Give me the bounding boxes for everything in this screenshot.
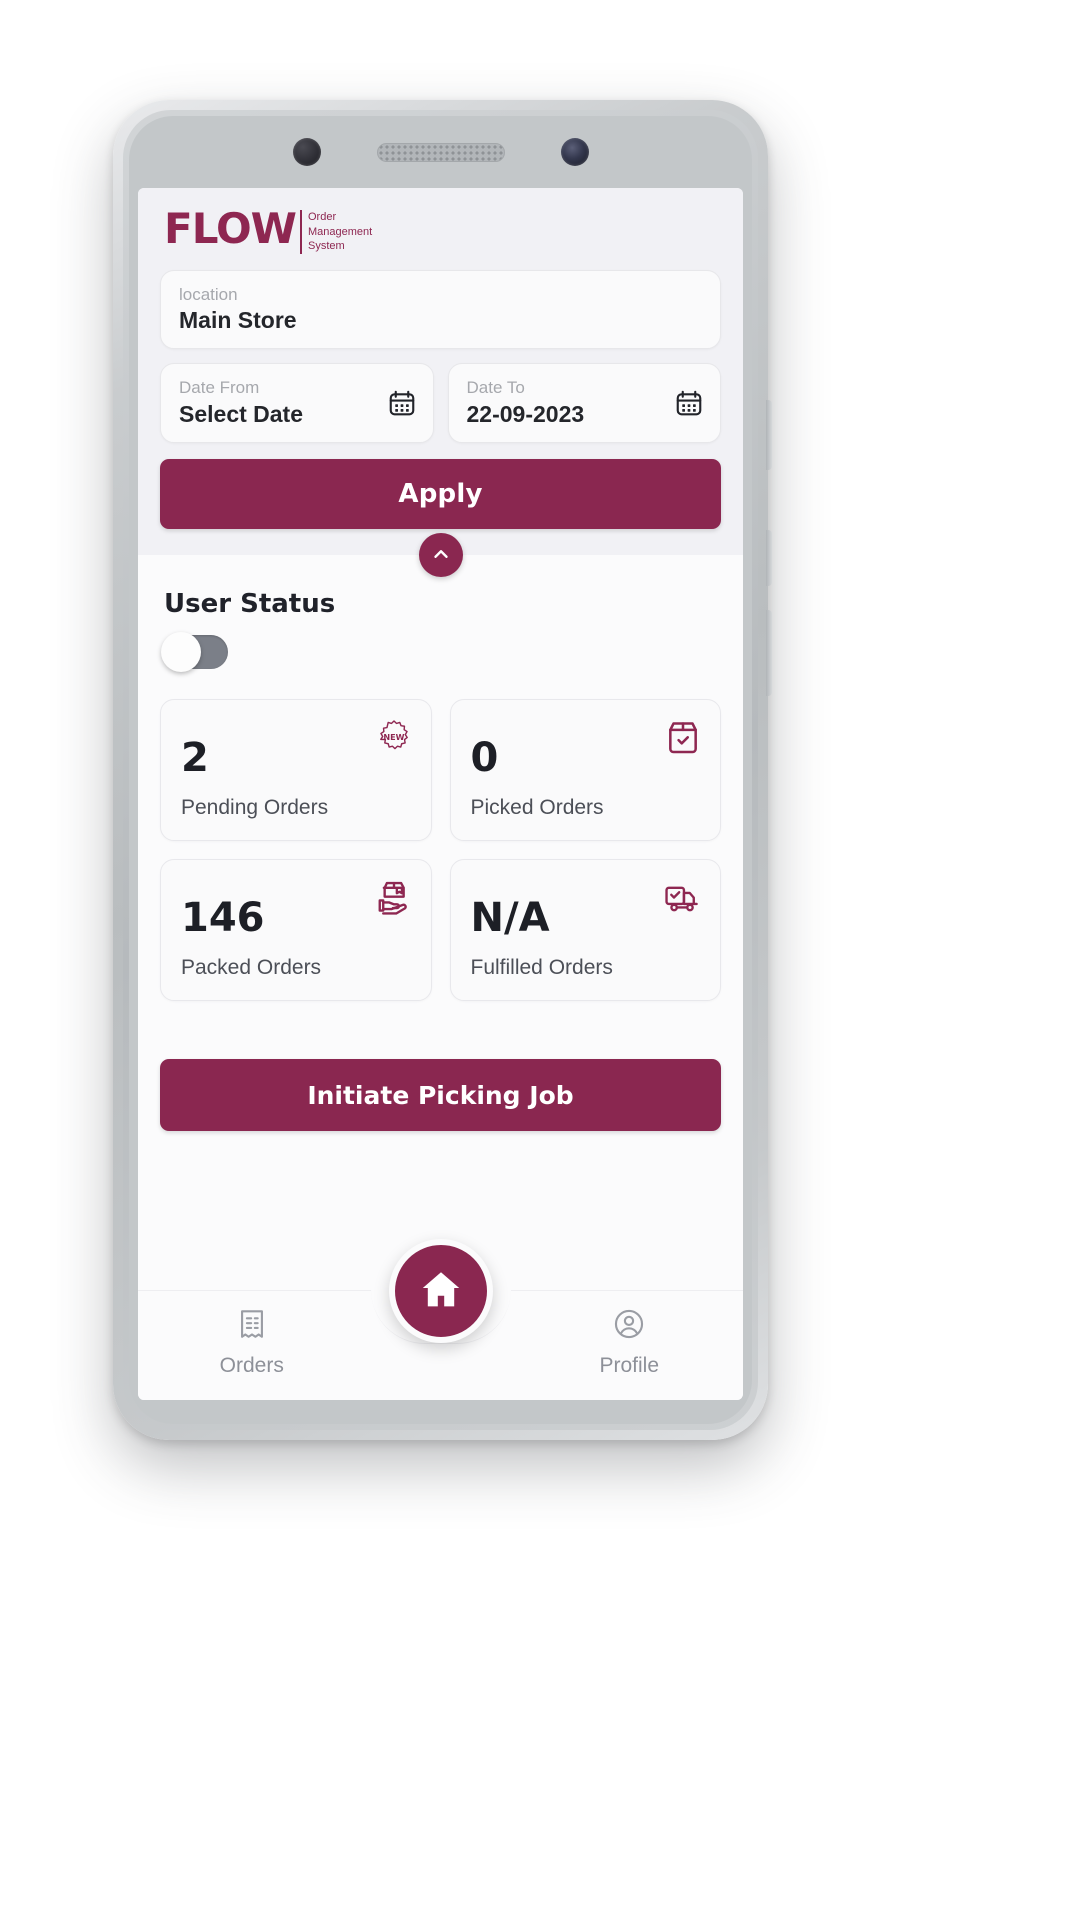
- filter-panel: FLOW Order Management System location Ma…: [138, 188, 743, 578]
- logo-tagline-line1: Order: [308, 211, 337, 223]
- phone-side-button-volume-down: [766, 530, 772, 586]
- stat-card-packed-orders[interactable]: 146 Packed Orders: [160, 859, 432, 1002]
- apply-button[interactable]: Apply: [160, 459, 721, 530]
- bottom-navigation-bar: Orders Profile: [138, 1239, 744, 1400]
- stat-label: Fulfilled Orders: [470, 956, 613, 980]
- date-to-field[interactable]: Date To 22-09-2023: [447, 363, 721, 444]
- user-status-toggle[interactable]: [161, 632, 228, 673]
- phone-inner-frame: FLOW Order Management System location Ma…: [123, 110, 758, 1430]
- app-logo: FLOW Order Management System: [160, 206, 721, 270]
- new-badge-icon: NEW: [375, 718, 413, 756]
- nav-label-orders: Orders: [219, 1354, 284, 1377]
- screenshot-stage: FLOW Order Management System location Ma…: [0, 0, 1080, 1920]
- box-check-icon: [664, 718, 702, 756]
- date-from-field[interactable]: Date From Select Date: [160, 363, 434, 444]
- nav-item-orders[interactable]: Orders: [138, 1291, 366, 1378]
- stat-label: Packed Orders: [181, 956, 322, 980]
- logo-tagline-line3: System: [308, 240, 345, 253]
- chevron-up-icon: [430, 543, 452, 568]
- stats-grid: NEW 2 Pending Orders 0 Picked Orders 146…: [160, 699, 721, 1002]
- nav-label-profile: Profile: [599, 1354, 660, 1377]
- phone-bezel: FLOW Order Management System location Ma…: [129, 116, 752, 1424]
- logo-wordmark: FLOW: [164, 204, 297, 253]
- phone-side-button-volume-up: [766, 400, 772, 470]
- collapse-filters-button[interactable]: [418, 533, 463, 578]
- location-value: Main Store: [179, 307, 297, 334]
- calendar-icon[interactable]: [387, 388, 417, 418]
- front-camera-secondary-icon: [560, 138, 589, 166]
- stat-card-fulfilled-orders[interactable]: N/A Fulfilled Orders: [449, 859, 721, 1002]
- svg-text:NEW: NEW: [383, 733, 404, 742]
- front-camera-icon: [292, 138, 321, 166]
- phone-sensor-bar: [129, 116, 752, 188]
- date-to-value: 22-09-2023: [466, 401, 585, 428]
- date-range-row: Date From Select Date Date To 22-09-2023: [160, 363, 721, 444]
- nav-item-profile[interactable]: Profile: [516, 1291, 744, 1378]
- location-field[interactable]: location Main Store: [160, 269, 721, 350]
- calendar-icon[interactable]: [674, 388, 704, 418]
- date-to-label: Date To: [466, 378, 525, 398]
- earpiece-speaker-icon: [376, 142, 505, 162]
- nav-item-home-fab[interactable]: [388, 1239, 493, 1343]
- user-circle-icon: [612, 1307, 646, 1344]
- truck-check-icon: [664, 878, 702, 916]
- logo-tagline-line2: Management: [308, 225, 373, 238]
- stat-card-pending-orders[interactable]: NEW 2 Pending Orders: [160, 699, 432, 842]
- home-icon: [417, 1266, 465, 1317]
- stat-label: Picked Orders: [470, 796, 604, 820]
- phone-mockup: FLOW Order Management System location Ma…: [113, 100, 772, 1440]
- app-screen: FLOW Order Management System location Ma…: [138, 188, 743, 1400]
- date-from-label: Date From: [179, 378, 260, 398]
- receipt-icon: [235, 1307, 269, 1344]
- toggle-knob: [161, 632, 201, 673]
- logo-tagline: Order Management System: [300, 210, 372, 254]
- stat-label: Pending Orders: [181, 796, 329, 820]
- date-from-value: Select Date: [179, 401, 304, 428]
- stat-card-picked-orders[interactable]: 0 Picked Orders: [449, 699, 721, 842]
- initiate-picking-job-button[interactable]: Initiate Picking Job: [160, 1059, 721, 1132]
- user-status-title: User Status: [164, 589, 336, 620]
- phone-side-button-power: [766, 610, 772, 696]
- hand-package-icon: [375, 878, 413, 916]
- dashboard-body: User Status NEW 2 Pending Orders 0 Picke…: [138, 555, 743, 1290]
- location-label: location: [179, 284, 238, 304]
